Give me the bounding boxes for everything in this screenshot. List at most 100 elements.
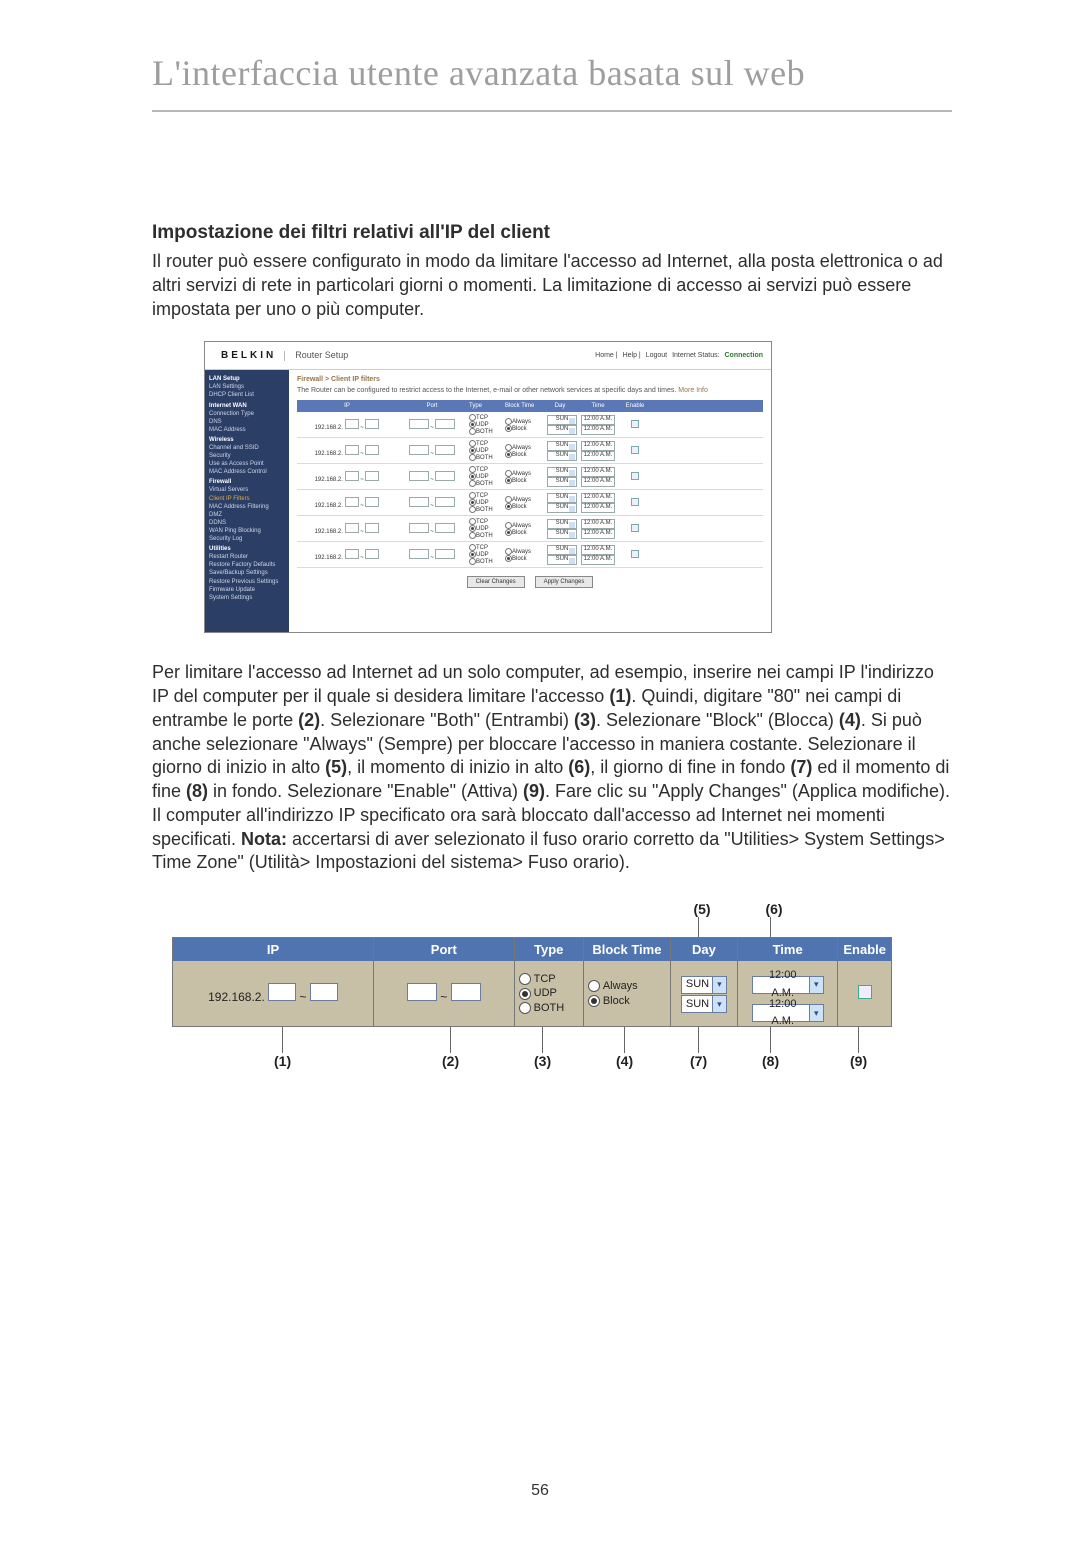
- enable-checkbox[interactable]: [631, 420, 639, 428]
- time-start-select[interactable]: 12:00 A.M.: [581, 519, 615, 529]
- type-udp-radio[interactable]: [469, 499, 476, 506]
- port-end-input[interactable]: [435, 523, 455, 533]
- sidebar-item[interactable]: Channel and SSID: [209, 444, 285, 452]
- time-end-select[interactable]: 12:00 A.M.: [581, 477, 615, 487]
- sidebar-item[interactable]: Security Log: [209, 535, 285, 543]
- port-end-input[interactable]: [435, 471, 455, 481]
- port-start-input[interactable]: [409, 419, 429, 429]
- ip-start-input[interactable]: [345, 523, 359, 533]
- time-start-select[interactable]: 12:00 A.M.: [581, 493, 615, 503]
- enable-checkbox[interactable]: [631, 498, 639, 506]
- day-end-select[interactable]: SUN: [547, 555, 577, 565]
- day-start-select[interactable]: SUN: [547, 493, 577, 503]
- time-start-select[interactable]: 12:00 A.M.: [581, 467, 615, 477]
- sidebar-item[interactable]: Restart Router: [209, 553, 285, 561]
- type-both-radio[interactable]: [469, 558, 476, 565]
- type-udp-radio[interactable]: UDP: [519, 986, 579, 1000]
- enable-checkbox[interactable]: [631, 524, 639, 532]
- type-tcp-radio[interactable]: [469, 492, 476, 499]
- type-tcp-radio[interactable]: [469, 414, 476, 421]
- day-end-select[interactable]: SUN▾: [681, 995, 727, 1013]
- link-help[interactable]: Help: [623, 352, 637, 359]
- sidebar-item[interactable]: DMZ: [209, 511, 285, 519]
- link-logout[interactable]: Logout: [646, 352, 667, 359]
- ip-end-input[interactable]: [365, 523, 379, 533]
- type-tcp-radio[interactable]: TCP: [519, 972, 579, 986]
- apply-changes-button[interactable]: Apply Changes: [535, 576, 594, 588]
- type-udp-radio[interactable]: [469, 447, 476, 454]
- ip-end-input[interactable]: [365, 445, 379, 455]
- sidebar-item[interactable]: Connection Type: [209, 410, 285, 418]
- type-udp-radio[interactable]: [469, 525, 476, 532]
- day-end-select[interactable]: SUN: [547, 451, 577, 461]
- ip-start-input[interactable]: [268, 983, 296, 1001]
- day-start-select[interactable]: SUN: [547, 441, 577, 451]
- day-start-select[interactable]: SUN: [547, 467, 577, 477]
- port-end-input[interactable]: [435, 549, 455, 559]
- time-start-select[interactable]: 12:00 A.M.▾: [752, 976, 824, 994]
- type-both-radio[interactable]: [469, 506, 476, 513]
- ip-start-input[interactable]: [345, 471, 359, 481]
- day-end-select[interactable]: SUN: [547, 503, 577, 513]
- ip-end-input[interactable]: [365, 419, 379, 429]
- sidebar-item[interactable]: Restore Factory Defaults: [209, 561, 285, 569]
- sidebar-item[interactable]: Save/Backup Settings: [209, 569, 285, 577]
- day-start-select[interactable]: SUN: [547, 415, 577, 425]
- ip-end-input[interactable]: [365, 471, 379, 481]
- day-start-select[interactable]: SUN: [547, 519, 577, 529]
- time-end-select[interactable]: 12:00 A.M.: [581, 529, 615, 539]
- ip-end-input[interactable]: [365, 549, 379, 559]
- time-start-select[interactable]: 12:00 A.M.: [581, 415, 615, 425]
- time-end-select[interactable]: 12:00 A.M.: [581, 503, 615, 513]
- bt-block-radio[interactable]: [505, 503, 512, 510]
- bt-block-radio[interactable]: [505, 477, 512, 484]
- enable-checkbox[interactable]: [631, 446, 639, 454]
- bt-block-radio[interactable]: [505, 451, 512, 458]
- day-end-select[interactable]: SUN: [547, 425, 577, 435]
- day-start-select[interactable]: SUN: [547, 545, 577, 555]
- type-both-radio[interactable]: [469, 532, 476, 539]
- sidebar-item[interactable]: Security: [209, 452, 285, 460]
- bt-block-radio[interactable]: [505, 425, 512, 432]
- port-end-input[interactable]: [435, 419, 455, 429]
- time-end-select[interactable]: 12:00 A.M.: [581, 451, 615, 461]
- more-info-link[interactable]: More Info: [678, 387, 708, 394]
- port-start-input[interactable]: [409, 445, 429, 455]
- enable-checkbox[interactable]: [858, 985, 872, 999]
- bt-always-radio[interactable]: [505, 444, 512, 451]
- type-tcp-radio[interactable]: [469, 544, 476, 551]
- sidebar-item[interactable]: DHCP Client List: [209, 391, 285, 399]
- time-end-select[interactable]: 12:00 A.M.▾: [752, 1004, 824, 1022]
- type-udp-radio[interactable]: [469, 473, 476, 480]
- time-end-select[interactable]: 12:00 A.M.: [581, 555, 615, 565]
- link-home[interactable]: Home: [595, 352, 614, 359]
- port-start-input[interactable]: [407, 983, 437, 1001]
- sidebar-item[interactable]: Client IP Filters: [209, 495, 285, 503]
- bt-always-radio[interactable]: [505, 548, 512, 555]
- bt-block-radio[interactable]: [505, 529, 512, 536]
- sidebar-item[interactable]: System Settings: [209, 594, 285, 602]
- bt-block-radio[interactable]: [505, 555, 512, 562]
- ip-start-input[interactable]: [345, 549, 359, 559]
- type-udp-radio[interactable]: [469, 421, 476, 428]
- bt-always-radio[interactable]: [505, 496, 512, 503]
- time-end-select[interactable]: 12:00 A.M.: [581, 425, 615, 435]
- sidebar-item[interactable]: MAC Address Control: [209, 468, 285, 476]
- port-start-input[interactable]: [409, 549, 429, 559]
- ip-end-input[interactable]: [365, 497, 379, 507]
- time-start-select[interactable]: 12:00 A.M.: [581, 441, 615, 451]
- day-end-select[interactable]: SUN: [547, 477, 577, 487]
- ip-start-input[interactable]: [345, 497, 359, 507]
- day-end-select[interactable]: SUN: [547, 529, 577, 539]
- bt-always-radio[interactable]: [505, 470, 512, 477]
- type-both-radio[interactable]: [469, 428, 476, 435]
- type-tcp-radio[interactable]: [469, 440, 476, 447]
- port-start-input[interactable]: [409, 523, 429, 533]
- enable-checkbox[interactable]: [631, 472, 639, 480]
- sidebar-item[interactable]: WAN Ping Blocking: [209, 527, 285, 535]
- type-both-radio[interactable]: BOTH: [519, 1001, 579, 1015]
- type-both-radio[interactable]: [469, 480, 476, 487]
- port-end-input[interactable]: [435, 445, 455, 455]
- sidebar-item[interactable]: MAC Address: [209, 426, 285, 434]
- sidebar-item[interactable]: DDNS: [209, 519, 285, 527]
